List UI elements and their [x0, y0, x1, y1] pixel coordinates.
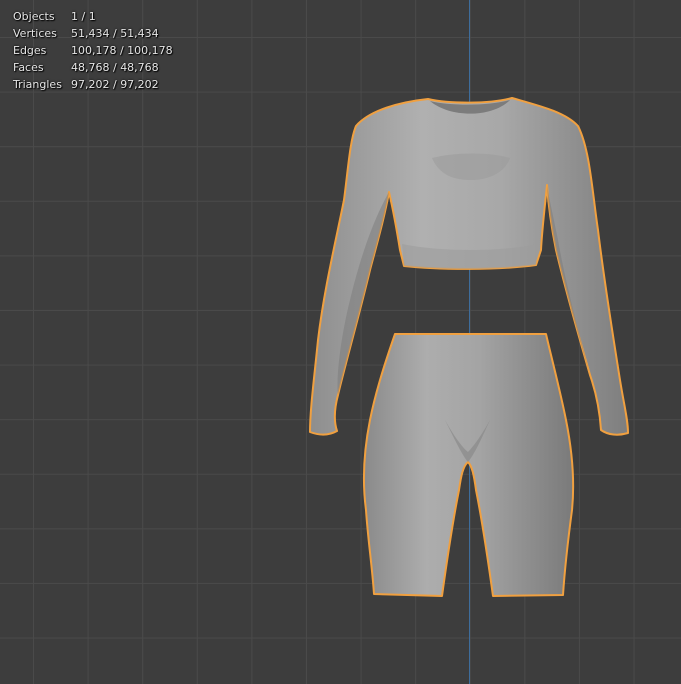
- 3d-viewport[interactable]: Objects 1 / 1 Vertices 51,434 / 51,434 E…: [0, 0, 681, 684]
- selected-mesh-object[interactable]: [0, 0, 681, 684]
- shorts-mesh[interactable]: [362, 333, 575, 597]
- shorts-outline: [362, 333, 575, 597]
